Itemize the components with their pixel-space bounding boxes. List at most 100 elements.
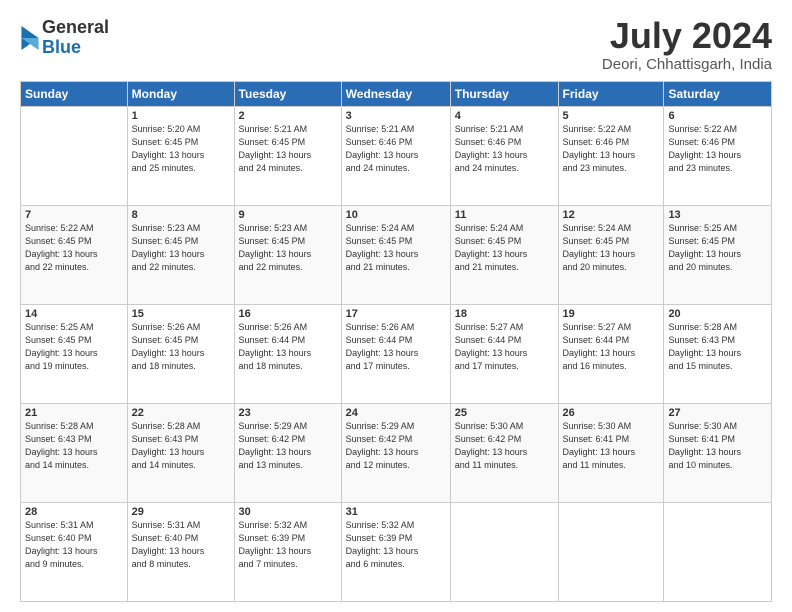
header-row: Sunday Monday Tuesday Wednesday Thursday… bbox=[21, 82, 772, 107]
calendar-week-5: 28Sunrise: 5:31 AMSunset: 6:40 PMDayligh… bbox=[21, 503, 772, 602]
day-info: Sunrise: 5:21 AMSunset: 6:46 PMDaylight:… bbox=[455, 123, 554, 175]
calendar-cell: 4Sunrise: 5:21 AMSunset: 6:46 PMDaylight… bbox=[450, 107, 558, 206]
calendar-cell: 7Sunrise: 5:22 AMSunset: 6:45 PMDaylight… bbox=[21, 206, 128, 305]
day-number: 12 bbox=[563, 209, 660, 221]
logo-text: General Blue bbox=[42, 18, 109, 58]
day-info: Sunrise: 5:28 AMSunset: 6:43 PMDaylight:… bbox=[668, 321, 767, 373]
col-thursday: Thursday bbox=[450, 82, 558, 107]
calendar-cell: 6Sunrise: 5:22 AMSunset: 6:46 PMDaylight… bbox=[664, 107, 772, 206]
day-number: 9 bbox=[239, 209, 337, 221]
col-sunday: Sunday bbox=[21, 82, 128, 107]
logo-general: General bbox=[42, 18, 109, 38]
day-number: 13 bbox=[668, 209, 767, 221]
title-block: July 2024 Deori, Chhattisgarh, India bbox=[602, 18, 772, 73]
calendar-cell: 3Sunrise: 5:21 AMSunset: 6:46 PMDaylight… bbox=[341, 107, 450, 206]
day-info: Sunrise: 5:29 AMSunset: 6:42 PMDaylight:… bbox=[239, 420, 337, 472]
calendar-cell: 17Sunrise: 5:26 AMSunset: 6:44 PMDayligh… bbox=[341, 305, 450, 404]
day-number: 3 bbox=[346, 110, 446, 122]
day-number: 6 bbox=[668, 110, 767, 122]
day-number: 15 bbox=[132, 308, 230, 320]
page: General Blue July 2024 Deori, Chhattisga… bbox=[0, 0, 792, 612]
calendar-cell: 21Sunrise: 5:28 AMSunset: 6:43 PMDayligh… bbox=[21, 404, 128, 503]
day-number: 5 bbox=[563, 110, 660, 122]
calendar-cell bbox=[21, 107, 128, 206]
day-number: 2 bbox=[239, 110, 337, 122]
calendar-cell: 20Sunrise: 5:28 AMSunset: 6:43 PMDayligh… bbox=[664, 305, 772, 404]
day-info: Sunrise: 5:24 AMSunset: 6:45 PMDaylight:… bbox=[455, 222, 554, 274]
day-info: Sunrise: 5:30 AMSunset: 6:41 PMDaylight:… bbox=[563, 420, 660, 472]
calendar-cell: 2Sunrise: 5:21 AMSunset: 6:45 PMDaylight… bbox=[234, 107, 341, 206]
header: General Blue July 2024 Deori, Chhattisga… bbox=[20, 18, 772, 73]
day-info: Sunrise: 5:24 AMSunset: 6:45 PMDaylight:… bbox=[563, 222, 660, 274]
calendar-cell: 25Sunrise: 5:30 AMSunset: 6:42 PMDayligh… bbox=[450, 404, 558, 503]
month-title: July 2024 bbox=[602, 18, 772, 54]
day-info: Sunrise: 5:27 AMSunset: 6:44 PMDaylight:… bbox=[455, 321, 554, 373]
calendar-cell: 10Sunrise: 5:24 AMSunset: 6:45 PMDayligh… bbox=[341, 206, 450, 305]
day-number: 22 bbox=[132, 407, 230, 419]
day-number: 7 bbox=[25, 209, 123, 221]
day-number: 14 bbox=[25, 308, 123, 320]
col-saturday: Saturday bbox=[664, 82, 772, 107]
col-friday: Friday bbox=[558, 82, 664, 107]
day-number: 23 bbox=[239, 407, 337, 419]
day-info: Sunrise: 5:24 AMSunset: 6:45 PMDaylight:… bbox=[346, 222, 446, 274]
day-number: 21 bbox=[25, 407, 123, 419]
calendar-cell: 13Sunrise: 5:25 AMSunset: 6:45 PMDayligh… bbox=[664, 206, 772, 305]
day-info: Sunrise: 5:30 AMSunset: 6:41 PMDaylight:… bbox=[668, 420, 767, 472]
day-number: 20 bbox=[668, 308, 767, 320]
logo: General Blue bbox=[20, 18, 109, 58]
day-number: 16 bbox=[239, 308, 337, 320]
calendar-cell: 19Sunrise: 5:27 AMSunset: 6:44 PMDayligh… bbox=[558, 305, 664, 404]
day-info: Sunrise: 5:26 AMSunset: 6:44 PMDaylight:… bbox=[346, 321, 446, 373]
day-info: Sunrise: 5:32 AMSunset: 6:39 PMDaylight:… bbox=[239, 519, 337, 571]
calendar-cell: 18Sunrise: 5:27 AMSunset: 6:44 PMDayligh… bbox=[450, 305, 558, 404]
day-info: Sunrise: 5:30 AMSunset: 6:42 PMDaylight:… bbox=[455, 420, 554, 472]
day-info: Sunrise: 5:26 AMSunset: 6:44 PMDaylight:… bbox=[239, 321, 337, 373]
day-info: Sunrise: 5:25 AMSunset: 6:45 PMDaylight:… bbox=[668, 222, 767, 274]
day-info: Sunrise: 5:22 AMSunset: 6:45 PMDaylight:… bbox=[25, 222, 123, 274]
calendar-cell bbox=[664, 503, 772, 602]
day-info: Sunrise: 5:27 AMSunset: 6:44 PMDaylight:… bbox=[563, 321, 660, 373]
calendar-cell: 1Sunrise: 5:20 AMSunset: 6:45 PMDaylight… bbox=[127, 107, 234, 206]
calendar-cell: 23Sunrise: 5:29 AMSunset: 6:42 PMDayligh… bbox=[234, 404, 341, 503]
day-number: 18 bbox=[455, 308, 554, 320]
day-info: Sunrise: 5:25 AMSunset: 6:45 PMDaylight:… bbox=[25, 321, 123, 373]
day-info: Sunrise: 5:23 AMSunset: 6:45 PMDaylight:… bbox=[239, 222, 337, 274]
day-number: 4 bbox=[455, 110, 554, 122]
logo-blue: Blue bbox=[42, 38, 109, 58]
calendar-cell: 5Sunrise: 5:22 AMSunset: 6:46 PMDaylight… bbox=[558, 107, 664, 206]
day-info: Sunrise: 5:32 AMSunset: 6:39 PMDaylight:… bbox=[346, 519, 446, 571]
day-info: Sunrise: 5:31 AMSunset: 6:40 PMDaylight:… bbox=[25, 519, 123, 571]
day-number: 26 bbox=[563, 407, 660, 419]
day-number: 8 bbox=[132, 209, 230, 221]
day-number: 11 bbox=[455, 209, 554, 221]
calendar-week-1: 1Sunrise: 5:20 AMSunset: 6:45 PMDaylight… bbox=[21, 107, 772, 206]
calendar-cell bbox=[558, 503, 664, 602]
calendar-cell: 15Sunrise: 5:26 AMSunset: 6:45 PMDayligh… bbox=[127, 305, 234, 404]
calendar-week-3: 14Sunrise: 5:25 AMSunset: 6:45 PMDayligh… bbox=[21, 305, 772, 404]
day-number: 1 bbox=[132, 110, 230, 122]
calendar-cell: 14Sunrise: 5:25 AMSunset: 6:45 PMDayligh… bbox=[21, 305, 128, 404]
calendar-cell bbox=[450, 503, 558, 602]
calendar-cell: 27Sunrise: 5:30 AMSunset: 6:41 PMDayligh… bbox=[664, 404, 772, 503]
day-info: Sunrise: 5:22 AMSunset: 6:46 PMDaylight:… bbox=[668, 123, 767, 175]
calendar-cell: 24Sunrise: 5:29 AMSunset: 6:42 PMDayligh… bbox=[341, 404, 450, 503]
day-number: 25 bbox=[455, 407, 554, 419]
col-tuesday: Tuesday bbox=[234, 82, 341, 107]
calendar-cell: 31Sunrise: 5:32 AMSunset: 6:39 PMDayligh… bbox=[341, 503, 450, 602]
col-wednesday: Wednesday bbox=[341, 82, 450, 107]
calendar-cell: 9Sunrise: 5:23 AMSunset: 6:45 PMDaylight… bbox=[234, 206, 341, 305]
calendar-cell: 30Sunrise: 5:32 AMSunset: 6:39 PMDayligh… bbox=[234, 503, 341, 602]
day-number: 27 bbox=[668, 407, 767, 419]
day-number: 24 bbox=[346, 407, 446, 419]
day-number: 31 bbox=[346, 506, 446, 518]
calendar-cell: 26Sunrise: 5:30 AMSunset: 6:41 PMDayligh… bbox=[558, 404, 664, 503]
day-number: 30 bbox=[239, 506, 337, 518]
day-number: 28 bbox=[25, 506, 123, 518]
calendar-cell: 16Sunrise: 5:26 AMSunset: 6:44 PMDayligh… bbox=[234, 305, 341, 404]
day-info: Sunrise: 5:23 AMSunset: 6:45 PMDaylight:… bbox=[132, 222, 230, 274]
col-monday: Monday bbox=[127, 82, 234, 107]
calendar-cell: 8Sunrise: 5:23 AMSunset: 6:45 PMDaylight… bbox=[127, 206, 234, 305]
calendar-week-2: 7Sunrise: 5:22 AMSunset: 6:45 PMDaylight… bbox=[21, 206, 772, 305]
calendar-table: Sunday Monday Tuesday Wednesday Thursday… bbox=[20, 81, 772, 602]
